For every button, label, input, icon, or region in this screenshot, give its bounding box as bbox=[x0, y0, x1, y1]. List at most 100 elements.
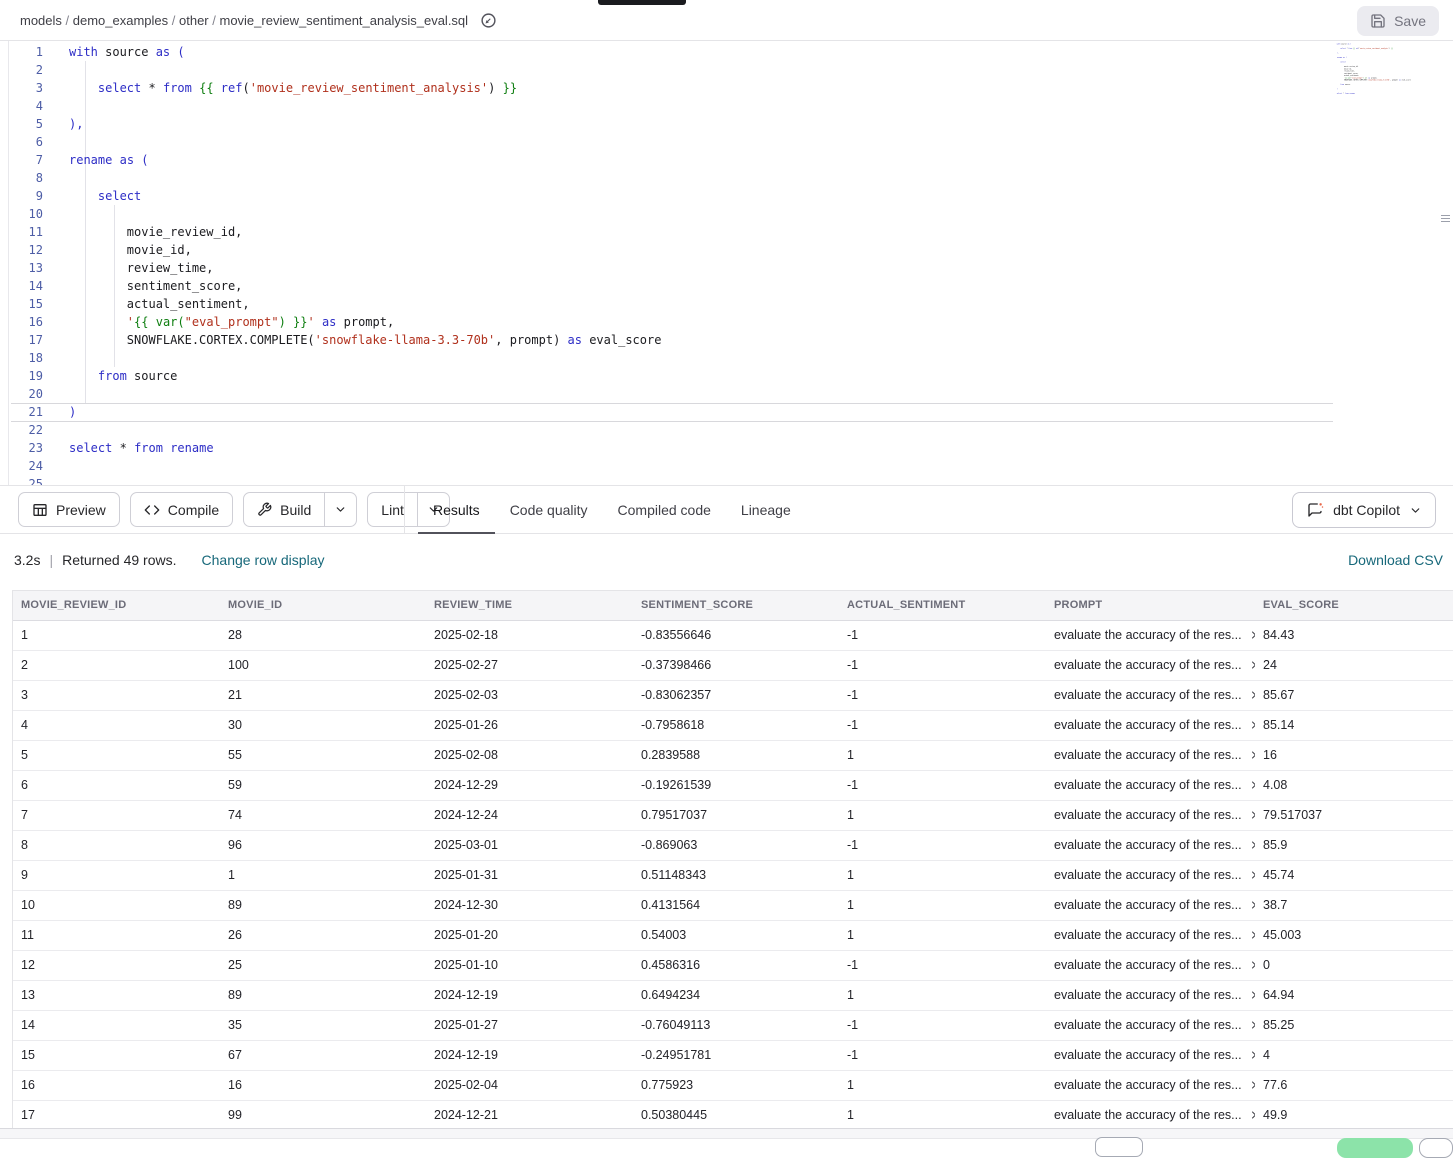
expand-prompt-icon[interactable] bbox=[1248, 869, 1255, 881]
cell-eval_score: 85.25 bbox=[1255, 1010, 1453, 1040]
column-header-sentiment_score: SENTIMENT_SCORE bbox=[633, 591, 839, 620]
save-button[interactable]: Save bbox=[1357, 6, 1439, 36]
code-line[interactable]: 9 select bbox=[9, 187, 1453, 205]
code-text: from source bbox=[69, 367, 177, 385]
expand-prompt-icon[interactable] bbox=[1248, 989, 1255, 1001]
prompt-preview-text: evaluate the accuracy of the res... bbox=[1054, 688, 1242, 702]
line-number: 24 bbox=[9, 457, 43, 475]
tab-results[interactable]: Results bbox=[418, 486, 495, 534]
expand-prompt-icon[interactable] bbox=[1248, 779, 1255, 791]
code-line[interactable]: 20 bbox=[9, 385, 1453, 403]
tab-code-quality[interactable]: Code quality bbox=[495, 486, 603, 534]
code-line[interactable]: 4 bbox=[9, 97, 1453, 115]
code-line[interactable]: 18 bbox=[9, 349, 1453, 367]
tab-compiled-code[interactable]: Compiled code bbox=[603, 486, 726, 534]
code-editor[interactable]: 1with source as (23 select * from {{ ref… bbox=[8, 41, 1453, 485]
code-line[interactable]: 3 select * from {{ ref('movie_review_sen… bbox=[9, 79, 1453, 97]
prompt-preview-text: evaluate the accuracy of the res... bbox=[1054, 748, 1242, 762]
prompt-preview-text: evaluate the accuracy of the res... bbox=[1054, 928, 1242, 942]
line-number: 25 bbox=[9, 475, 43, 485]
line-number: 14 bbox=[9, 277, 43, 295]
change-row-display-link[interactable]: Change row display bbox=[202, 552, 325, 568]
cell-actual_sentiment: -1 bbox=[839, 830, 1046, 860]
code-line[interactable]: 1with source as ( bbox=[9, 43, 1453, 61]
file-status-icon[interactable] bbox=[480, 12, 497, 29]
tab-lineage[interactable]: Lineage bbox=[726, 486, 806, 534]
bottom-partial-button-1[interactable] bbox=[1095, 1137, 1143, 1157]
expand-prompt-icon[interactable] bbox=[1248, 629, 1255, 641]
code-line[interactable]: 14 sentiment_score, bbox=[9, 277, 1453, 295]
bottom-partial-button-3[interactable] bbox=[1419, 1138, 1453, 1158]
expand-prompt-icon[interactable] bbox=[1248, 809, 1255, 821]
expand-prompt-icon[interactable] bbox=[1248, 1079, 1255, 1091]
code-line[interactable]: 19 from source bbox=[9, 367, 1453, 385]
expand-prompt-icon[interactable] bbox=[1248, 929, 1255, 941]
expand-prompt-icon[interactable] bbox=[1248, 749, 1255, 761]
line-number: 12 bbox=[9, 241, 43, 259]
expand-prompt-icon[interactable] bbox=[1248, 1109, 1255, 1121]
cell-review_time: 2024-12-24 bbox=[426, 800, 633, 830]
save-icon bbox=[1370, 13, 1386, 29]
code-line[interactable]: 13 review_time, bbox=[9, 259, 1453, 277]
results-toolbar: Preview Compile B bbox=[0, 485, 1453, 534]
code-line[interactable]: 11 movie_review_id, bbox=[9, 223, 1453, 241]
cell-movie_review_id: 10 bbox=[13, 890, 220, 920]
breadcrumb-segment[interactable]: other bbox=[179, 13, 209, 28]
code-line[interactable]: 25 bbox=[9, 475, 1453, 485]
breadcrumb-separator: / bbox=[168, 13, 179, 28]
line-number: 15 bbox=[9, 295, 43, 313]
expand-prompt-icon[interactable] bbox=[1248, 689, 1255, 701]
breadcrumb-separator: / bbox=[62, 13, 73, 28]
prompt-preview-text: evaluate the accuracy of the res... bbox=[1054, 778, 1242, 792]
code-line[interactable]: 22 bbox=[9, 421, 1453, 439]
code-line[interactable]: 10 bbox=[9, 205, 1453, 223]
expand-prompt-icon[interactable] bbox=[1248, 959, 1255, 971]
code-line[interactable]: 21) bbox=[9, 403, 1453, 421]
bottom-partial-button-2[interactable] bbox=[1337, 1138, 1413, 1158]
dbt-copilot-button[interactable]: dbt Copilot bbox=[1292, 492, 1436, 528]
code-text: '{{ var("eval_prompt") }}' as prompt, bbox=[69, 313, 394, 331]
breadcrumb-segment[interactable]: models bbox=[20, 13, 62, 28]
cell-actual_sentiment: -1 bbox=[839, 1040, 1046, 1070]
code-line[interactable]: 6 bbox=[9, 133, 1453, 151]
code-text: movie_id, bbox=[69, 241, 192, 259]
expand-prompt-icon[interactable] bbox=[1248, 1049, 1255, 1061]
cell-movie_id: 99 bbox=[220, 1100, 426, 1128]
cell-sentiment_score: -0.869063 bbox=[633, 830, 839, 860]
build-button[interactable]: Build bbox=[243, 492, 357, 527]
code-line[interactable]: 16 '{{ var("eval_prompt") }}' as prompt, bbox=[9, 313, 1453, 331]
horizontal-scrollbar[interactable] bbox=[0, 1128, 1453, 1139]
expand-prompt-icon[interactable] bbox=[1248, 899, 1255, 911]
code-line[interactable]: 12 movie_id, bbox=[9, 241, 1453, 259]
line-number: 9 bbox=[9, 187, 43, 205]
code-line[interactable]: 24 bbox=[9, 457, 1453, 475]
table-icon bbox=[32, 502, 48, 518]
editor-minimap[interactable]: 1with source as (23 select * from {{ ref… bbox=[1336, 43, 1442, 133]
preview-button[interactable]: Preview bbox=[18, 492, 120, 527]
cell-review_time: 2025-02-04 bbox=[426, 1070, 633, 1100]
breadcrumb-segment[interactable]: demo_examples bbox=[73, 13, 168, 28]
download-csv-link[interactable]: Download CSV bbox=[1348, 552, 1443, 568]
cell-prompt: evaluate the accuracy of the res... bbox=[1046, 740, 1255, 770]
expand-prompt-icon[interactable] bbox=[1248, 719, 1255, 731]
code-line[interactable]: 23select * from rename bbox=[9, 439, 1453, 457]
cell-sentiment_score: -0.24951781 bbox=[633, 1040, 839, 1070]
cell-sentiment_score: 0.79517037 bbox=[633, 800, 839, 830]
cell-movie_review_id: 17 bbox=[13, 1100, 220, 1128]
code-line[interactable]: 17 SNOWFLAKE.CORTEX.COMPLETE('snowflake-… bbox=[9, 331, 1453, 349]
code-icon bbox=[144, 502, 160, 518]
code-line[interactable]: 7rename as ( bbox=[9, 151, 1453, 169]
expand-prompt-icon[interactable] bbox=[1248, 1019, 1255, 1031]
compile-button[interactable]: Compile bbox=[130, 492, 233, 527]
build-dropdown-toggle[interactable] bbox=[324, 493, 356, 526]
code-line[interactable]: 15 actual_sentiment, bbox=[9, 295, 1453, 313]
expand-prompt-icon[interactable] bbox=[1248, 659, 1255, 671]
breadcrumb-segment[interactable]: movie_review_sentiment_analysis_eval.sql bbox=[219, 13, 468, 28]
code-line[interactable]: 2 bbox=[9, 61, 1453, 79]
code-line[interactable]: 5), bbox=[9, 115, 1453, 133]
copilot-icon bbox=[1306, 501, 1324, 519]
cell-review_time: 2024-12-21 bbox=[426, 1100, 633, 1128]
expand-prompt-icon[interactable] bbox=[1248, 839, 1255, 851]
code-line[interactable]: 8 bbox=[9, 169, 1453, 187]
toolbar-divider bbox=[404, 486, 405, 533]
